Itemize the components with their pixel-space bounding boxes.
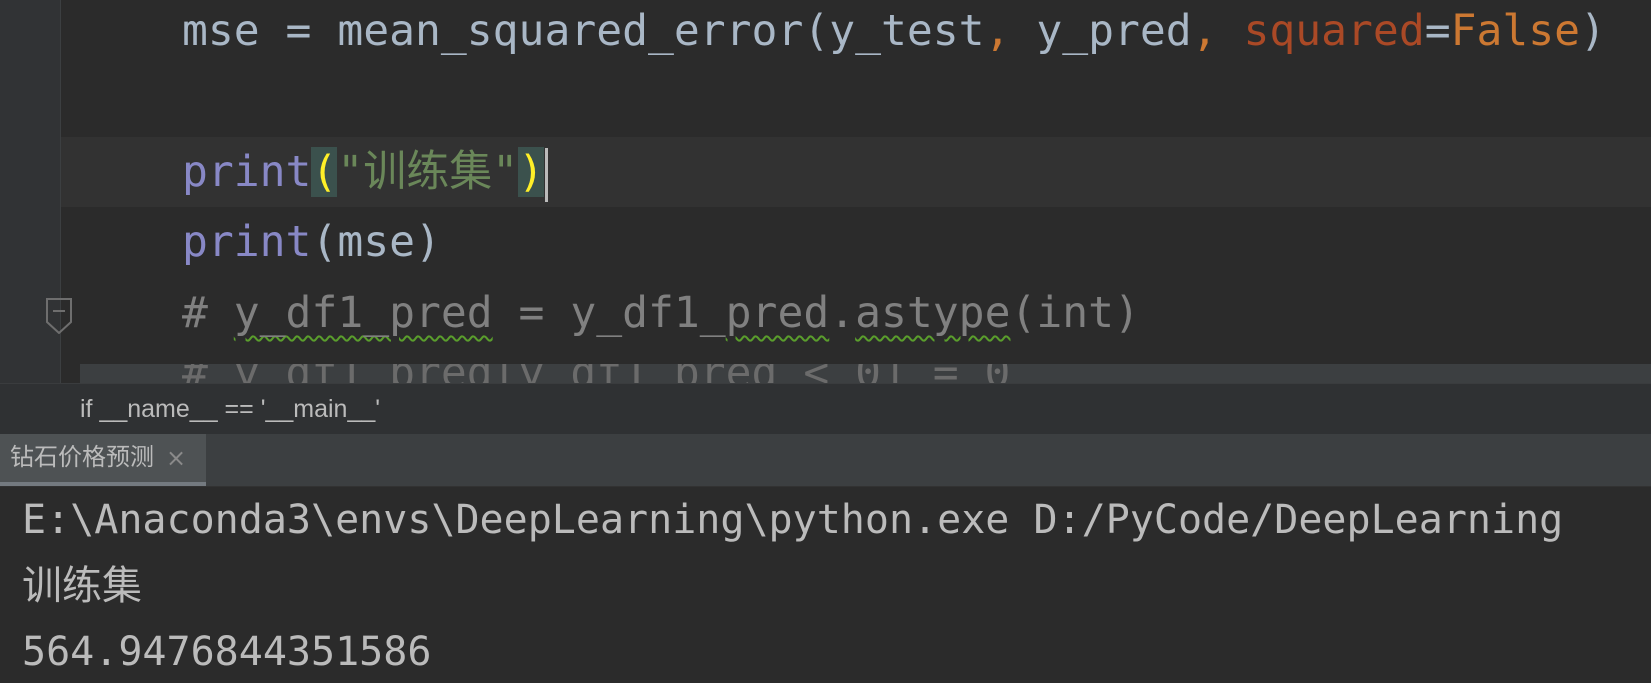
token-equals: = bbox=[1424, 6, 1451, 56]
token-paren-matched: ) bbox=[518, 147, 545, 197]
token-builtin: print bbox=[182, 147, 312, 197]
breadcrumb-item[interactable]: if __name__ == '__main__' bbox=[80, 384, 380, 434]
run-tab[interactable]: 钻石价格预测 × bbox=[0, 434, 206, 486]
token-comment-typo: y_df1_pred bbox=[233, 288, 493, 338]
token-variable: mse bbox=[182, 6, 260, 56]
token-paren: ) bbox=[1580, 6, 1606, 56]
token-string: "训练集" bbox=[337, 147, 519, 197]
code-editor[interactable]: mse = mean_squared_error(y_test, y_pred,… bbox=[0, 0, 1651, 383]
token-comma: , bbox=[1191, 6, 1244, 56]
run-console[interactable]: E:\Anaconda3\envs\DeepLearning\python.ex… bbox=[0, 487, 1651, 683]
token-comment-typo: pred bbox=[725, 288, 830, 338]
token-builtin: print bbox=[182, 217, 312, 267]
code-line-print-mse[interactable]: print(mse) bbox=[182, 208, 441, 276]
run-tool-window-tabs: 钻石价格预测 × bbox=[0, 434, 1651, 487]
fold-collapse-icon[interactable] bbox=[46, 298, 72, 334]
breadcrumb[interactable]: if __name__ == '__main__' bbox=[0, 383, 1651, 434]
close-icon[interactable]: × bbox=[166, 434, 186, 482]
console-line-command: E:\Anaconda3\envs\DeepLearning\python.ex… bbox=[22, 497, 1564, 543]
token-operator: = bbox=[259, 6, 338, 56]
text-caret bbox=[545, 147, 549, 202]
token-paren-matched: ( bbox=[311, 147, 338, 197]
token-args: (mse) bbox=[311, 217, 441, 267]
token-comma: , bbox=[984, 6, 1037, 56]
token-arg: y_pred bbox=[1036, 6, 1192, 56]
console-line-output: 训练集 bbox=[22, 563, 142, 609]
run-tab-label: 钻石价格预测 bbox=[10, 444, 154, 471]
token-comment-hash: # bbox=[182, 288, 234, 338]
code-line-comment-astype[interactable]: # y_df1_pred = y_df1_pred.astype(int) bbox=[182, 279, 1140, 347]
console-line-output: 564.9476844351586 bbox=[22, 629, 432, 675]
token-paren: ( bbox=[803, 6, 830, 56]
token-comment-text: (int) bbox=[1010, 288, 1140, 338]
active-tab-indicator bbox=[0, 482, 206, 486]
code-line-print-string[interactable]: print("训练集") bbox=[182, 138, 549, 206]
token-keyword: False bbox=[1450, 6, 1581, 56]
code-line-partial[interactable]: # y_df1_pred[y_df1_pred < 0] = 0 bbox=[80, 364, 1651, 383]
token-function: mean_squared_error bbox=[337, 6, 804, 56]
token-comment-text: . bbox=[829, 288, 856, 338]
code-line-mse-assignment[interactable]: mse = mean_squared_error(y_test, y_pred,… bbox=[182, 0, 1606, 65]
token-param: squared bbox=[1243, 6, 1425, 56]
token-arg: y_test bbox=[829, 6, 985, 56]
token-comment-text: = y_df1_ bbox=[492, 288, 726, 338]
token-comment-typo: astype bbox=[855, 288, 1011, 338]
token-comment-partial: # y_df1_pred[y_df1_pred < 0] = 0 bbox=[182, 364, 1010, 383]
